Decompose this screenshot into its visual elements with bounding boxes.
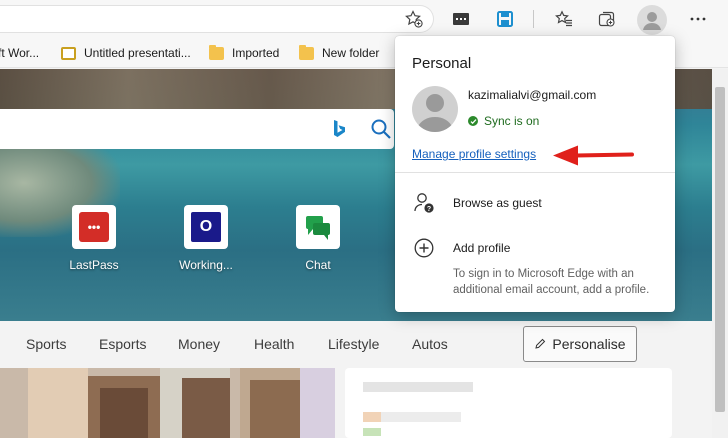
manage-profile-settings-link[interactable]: Manage profile settings <box>412 147 536 161</box>
nav-item-autos[interactable]: Autos <box>412 336 448 352</box>
quick-link-working[interactable]: O Working... <box>161 205 251 272</box>
nav-item-money[interactable]: Money <box>178 336 220 352</box>
search-icon[interactable] <box>370 118 392 140</box>
quick-link-tile[interactable]: o <box>0 205 23 272</box>
pencil-icon <box>535 338 546 349</box>
nav-item-lifestyle[interactable]: Lifestyle <box>328 336 379 352</box>
quick-link-chat[interactable]: Chat <box>273 205 363 272</box>
web-search-box[interactable] <box>0 109 394 149</box>
personalise-button[interactable]: Personalise <box>523 326 637 362</box>
add-profile-item[interactable]: Add profile <box>412 236 510 260</box>
favorite-item[interactable]: Untitled presentati... <box>61 44 191 62</box>
quick-link-lastpass[interactable]: ••• LastPass <box>49 205 139 272</box>
chat-icon <box>296 205 340 249</box>
profile-avatar-button[interactable] <box>637 5 667 35</box>
more-options-icon[interactable] <box>686 7 710 31</box>
profile-flyout: Personal kazimalialvi@gmail.com Sync is … <box>395 36 675 312</box>
news-card[interactable] <box>345 368 672 438</box>
favorites-icon[interactable] <box>552 7 576 31</box>
favorite-label: Untitled presentati... <box>84 46 191 60</box>
profile-title: Personal <box>412 55 472 72</box>
sync-status: Sync is on <box>468 114 539 128</box>
favorite-folder[interactable]: New folder <box>299 44 379 62</box>
guest-label: Browse as guest <box>453 196 542 210</box>
nav-item-health[interactable]: Health <box>254 336 294 352</box>
pointer-arrow-icon <box>553 145 634 166</box>
office-icon: O <box>184 205 228 249</box>
sync-label: Sync is on <box>484 114 540 128</box>
folder-icon <box>299 44 314 60</box>
guest-icon: ? <box>412 191 436 215</box>
profile-email: kazimalialvi@gmail.com <box>468 88 597 102</box>
extension-icon[interactable] <box>449 7 473 31</box>
tile-label: o <box>0 258 23 272</box>
browser-toolbar <box>0 0 728 38</box>
favorite-label: New folder <box>322 46 380 60</box>
nav-item-esports[interactable]: Esports <box>99 336 146 352</box>
nav-item-sports[interactable]: Sports <box>26 336 66 352</box>
save-extension-icon[interactable] <box>493 7 517 31</box>
menu-divider <box>395 172 675 173</box>
favorite-folder[interactable]: Imported <box>209 44 279 62</box>
add-profile-help: To sign in to Microsoft Edge with an add… <box>453 268 650 296</box>
collections-icon[interactable] <box>595 7 619 31</box>
avatar-icon <box>416 94 454 132</box>
news-category-bar: Sports Esports Money Health Lifestyle Au… <box>0 321 712 367</box>
folder-icon <box>209 44 224 60</box>
scrollbar-thumb[interactable] <box>715 87 725 412</box>
tile-label: Working... <box>179 258 233 272</box>
page-scrollbar[interactable] <box>712 69 728 438</box>
profile-avatar <box>412 86 458 132</box>
add-profile-icon <box>412 236 436 260</box>
address-bar[interactable] <box>0 5 434 33</box>
lastpass-icon: ••• <box>72 205 116 249</box>
tile-label: LastPass <box>69 258 119 272</box>
tile-label: Chat <box>305 258 331 272</box>
avatar-icon <box>643 12 661 30</box>
favorite-item[interactable]: ft Wor... <box>0 44 39 62</box>
bing-icon[interactable] <box>332 119 346 139</box>
personalise-label: Personalise <box>552 336 626 352</box>
svg-text:?: ? <box>427 206 431 213</box>
news-card-image[interactable] <box>0 368 335 438</box>
browse-as-guest-item[interactable]: ? Browse as guest <box>412 191 542 215</box>
sync-check-icon <box>468 116 478 126</box>
add-profile-label: Add profile <box>453 241 511 255</box>
slides-icon <box>61 46 76 60</box>
add-favorite-icon[interactable] <box>402 7 426 31</box>
toolbar-divider <box>533 10 534 28</box>
favorite-label: ft Wor... <box>0 46 40 60</box>
favorite-label: Imported <box>232 46 280 60</box>
